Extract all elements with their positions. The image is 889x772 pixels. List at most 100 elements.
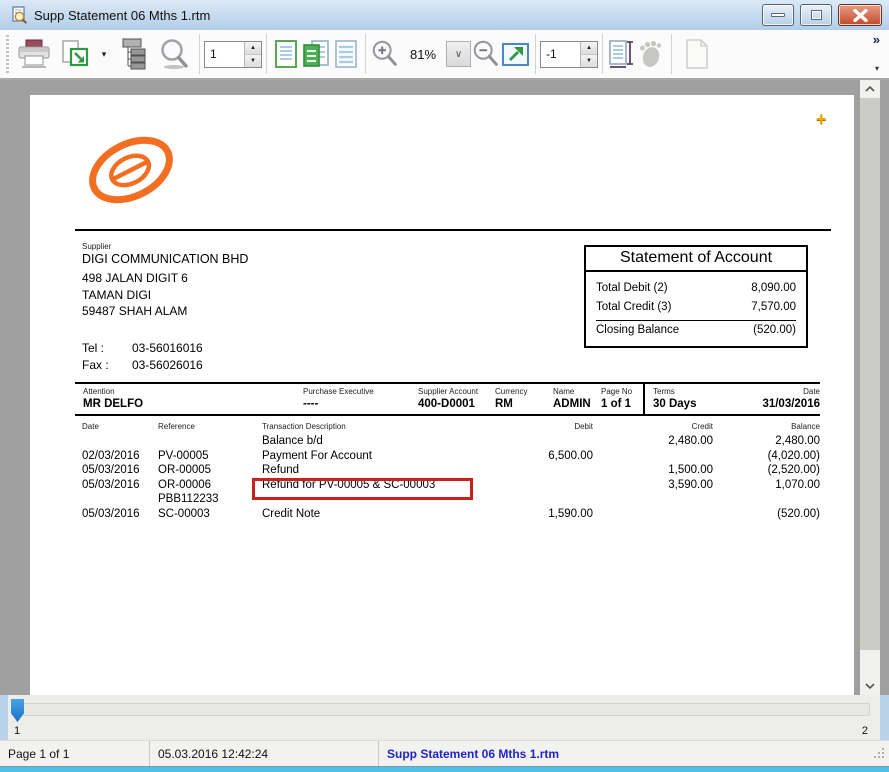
total-debit-value: 8,090.00	[751, 282, 796, 294]
scroll-down-button[interactable]	[860, 677, 880, 695]
zoom-percent-label: 81%	[408, 47, 438, 62]
status-bar: Page 1 of 1 05.03.2016 12:42:24 Supp Sta…	[0, 740, 889, 766]
offset-spinner[interactable]: -1 ▲ ▼	[540, 41, 598, 68]
chevron-down-icon: ∨	[455, 49, 462, 60]
zoom-out-icon	[471, 38, 501, 70]
table-row: 02/03/2016 PV-00005 Payment For Account …	[75, 449, 820, 464]
address-line: 59487 SHAH ALAM	[82, 303, 188, 320]
contact-block: Tel : 03-56016016 Fax : 03-56026016	[82, 340, 203, 374]
trackbar-end-label: 2	[862, 725, 868, 737]
info-name: Name ADMIN	[553, 384, 601, 414]
supplier-name: DIGI COMMUNICATION BHD	[82, 252, 248, 266]
page-spin-up-icon[interactable]: ▲	[245, 42, 261, 54]
scrollbar-thumb[interactable]	[860, 98, 880, 650]
fax-label: Fax :	[82, 357, 120, 374]
two-pages-icon	[302, 39, 330, 69]
info-terms: Terms 30 Days	[643, 384, 733, 414]
search-icon	[157, 38, 191, 70]
info-page-no: Page No 1 of 1	[601, 384, 643, 414]
offset-spin-up-icon[interactable]: ▲	[581, 42, 597, 54]
header-rule	[75, 229, 831, 231]
page-width-button[interactable]	[331, 33, 361, 75]
print-preview-icon	[10, 6, 28, 24]
thumbnails-button[interactable]	[111, 33, 153, 75]
transactions-header-row: Date Reference Transaction Description D…	[75, 422, 820, 431]
resize-grip[interactable]	[873, 747, 886, 760]
blank-page-icon	[684, 39, 710, 69]
maximize-button[interactable]	[800, 4, 832, 26]
print-button[interactable]	[13, 33, 55, 75]
toolbar: ▾ 1 ▲ ▼	[0, 30, 889, 80]
status-datetime: 05.03.2016 12:42:24	[150, 747, 378, 761]
address-line: TAMAN DIGI	[82, 287, 188, 304]
toolbar-overflow[interactable]: » ▾	[869, 33, 883, 75]
export-icon	[61, 40, 91, 68]
open-window-icon	[501, 41, 531, 67]
trackbar-thumb[interactable]	[11, 699, 24, 722]
page-number-value[interactable]: 1	[205, 42, 244, 67]
printer-icon	[16, 39, 52, 69]
transactions-table: Date Reference Transaction Description D…	[75, 422, 820, 522]
find-button[interactable]	[153, 33, 195, 75]
close-button[interactable]	[838, 4, 882, 26]
supplier-address: 498 JALAN DIGIT 6 TAMAN DIGI 59487 SHAH …	[82, 270, 188, 320]
fax-value: 03-56026016	[132, 357, 203, 374]
statement-summary-box: Statement of Account Total Debit (2) 8,0…	[584, 245, 808, 348]
toolbar-separator	[535, 34, 536, 74]
two-pages-button[interactable]	[301, 33, 331, 75]
summary-row: Total Debit (2) 8,090.00	[596, 282, 796, 294]
page-number-spinner[interactable]: 1 ▲ ▼	[204, 41, 262, 68]
total-credit-value: 7,570.00	[751, 301, 796, 313]
info-attention: Attention MR DELFO	[75, 384, 303, 414]
zoom-in-button[interactable]	[370, 33, 400, 75]
address-line: 498 JALAN DIGIT 6	[82, 270, 188, 287]
preview-area: + Supplier DIGI COMMUNICATION BHD 498 JA…	[0, 80, 889, 695]
offset-spin-down-icon[interactable]: ▼	[581, 54, 597, 67]
scrollbar-track[interactable]	[860, 650, 880, 677]
whole-page-button[interactable]	[271, 33, 301, 75]
export-dropdown-arrow[interactable]: ▾	[97, 33, 111, 75]
report-preview-window: Supp Statement 06 Mths 1.rtm	[0, 0, 889, 772]
watermark-button[interactable]	[637, 33, 667, 75]
maximize-icon	[811, 10, 822, 20]
scroll-up-button[interactable]	[860, 80, 880, 98]
new-page-button[interactable]	[676, 33, 718, 75]
info-purchase-executive: Purchase Executive ----	[303, 384, 418, 414]
zoom-in-icon	[370, 38, 400, 70]
info-date: Date 31/03/2016	[733, 384, 820, 414]
toolbar-separator	[199, 34, 200, 74]
offset-spinner-value[interactable]: -1	[541, 42, 580, 67]
overflow-down-icon[interactable]: ▾	[875, 64, 879, 73]
window-bottom-border	[0, 766, 889, 772]
trackbar-track[interactable]	[12, 703, 870, 716]
page-setup-button[interactable]	[607, 33, 637, 75]
status-page-info: Page 1 of 1	[0, 747, 149, 761]
window-title: Supp Statement 06 Mths 1.rtm	[34, 8, 762, 23]
trackbar-start-label: 1	[14, 725, 20, 737]
close-icon	[853, 9, 868, 22]
full-screen-button[interactable]	[501, 33, 531, 75]
minimize-button[interactable]	[762, 4, 794, 26]
status-filename: Supp Statement 06 Mths 1.rtm	[379, 747, 873, 761]
annotation-red-box	[252, 478, 473, 500]
zoom-dropdown-button[interactable]: ∨	[446, 41, 471, 67]
chevron-up-icon	[865, 86, 875, 92]
total-debit-label: Total Debit (2)	[596, 282, 668, 294]
titlebar[interactable]: Supp Statement 06 Mths 1.rtm	[0, 0, 889, 30]
overflow-chevrons-icon[interactable]: »	[873, 35, 879, 45]
info-supplier-account: Supplier Account 400-D0001	[418, 384, 495, 414]
page-trackbar: 1 2	[8, 695, 880, 740]
zoom-out-button[interactable]	[471, 33, 501, 75]
vertical-scrollbar[interactable]	[860, 80, 880, 695]
toolbar-grip[interactable]	[6, 35, 9, 73]
report-page: + Supplier DIGI COMMUNICATION BHD 498 JA…	[30, 95, 854, 695]
toolbar-separator	[365, 34, 366, 74]
closing-balance-row: Closing Balance (520.00)	[596, 320, 796, 336]
toolbar-separator	[671, 34, 672, 74]
table-row: 05/03/2016 OR-00005 Refund 1,500.00 (2,5…	[75, 463, 820, 478]
page-width-icon	[333, 39, 359, 69]
whole-page-icon	[273, 39, 299, 69]
page-spin-down-icon[interactable]: ▼	[245, 54, 261, 67]
table-row: Balance b/d 2,480.00 2,480.00	[75, 434, 820, 449]
export-button[interactable]	[55, 33, 97, 75]
